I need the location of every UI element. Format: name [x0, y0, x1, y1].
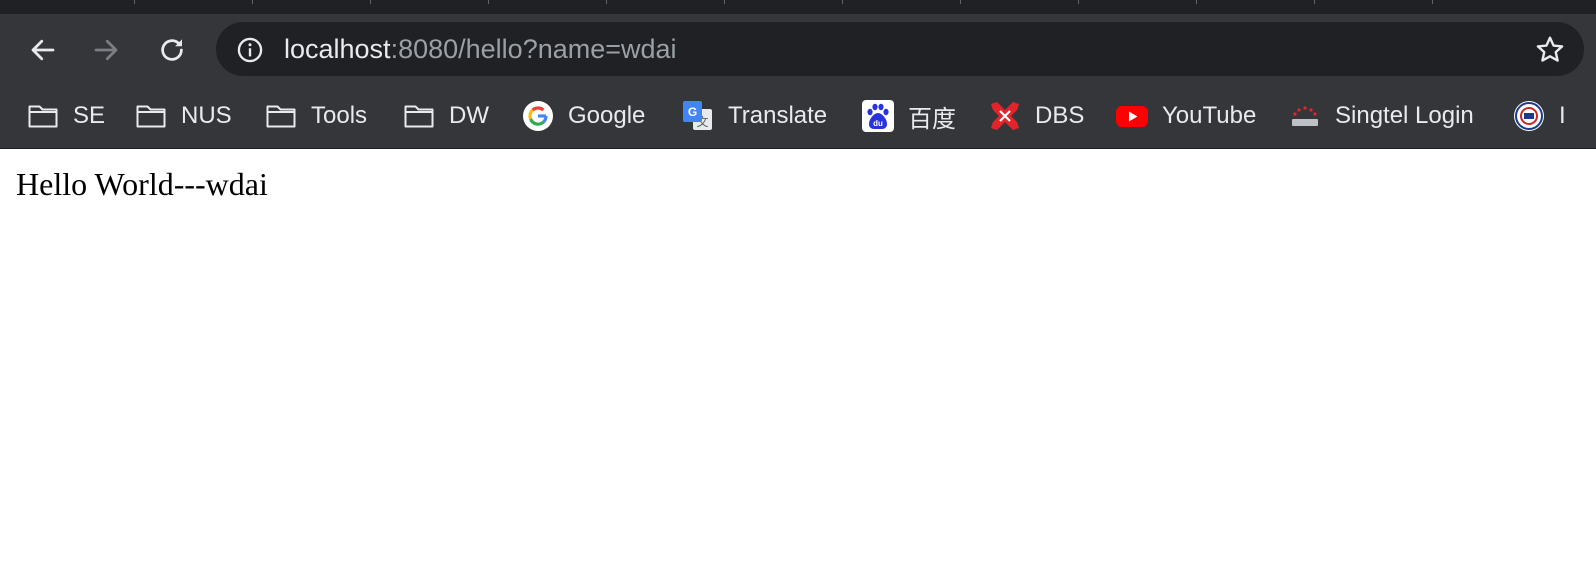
singtel-icon: [1292, 106, 1318, 126]
bookmark-label: SE: [73, 102, 106, 129]
tab-divider: [1432, 0, 1433, 4]
info-icon[interactable]: [236, 36, 264, 64]
browser-toolbar: localhost:8080/hello?name=wdai: [0, 14, 1596, 84]
tab-divider: [606, 0, 607, 4]
svg-text:G: G: [688, 105, 697, 119]
page-body-text: Hello World---wdai: [16, 166, 268, 202]
folder-icon: [28, 105, 58, 128]
bookmark-label: NUS: [181, 102, 232, 129]
tab-divider: [1078, 0, 1079, 4]
bookmark-label: I: [1559, 102, 1566, 129]
tab-divider: [1196, 0, 1197, 4]
folder-icon: [266, 105, 296, 128]
bookmark-baidu[interactable]: du 百度: [862, 100, 956, 133]
bookmark-dbs[interactable]: DBS: [989, 100, 1084, 132]
bookmark-folder-tools[interactable]: Tools: [265, 100, 367, 132]
emblem-icon: [1514, 101, 1544, 131]
bookmark-label: Tools: [311, 102, 368, 129]
google-icon: [523, 101, 553, 131]
address-bar[interactable]: localhost:8080/hello?name=wdai: [216, 22, 1584, 76]
reload-icon: [161, 39, 183, 61]
svg-text:du: du: [873, 119, 883, 128]
tab-divider: [724, 0, 725, 4]
tab-divider: [960, 0, 961, 4]
bookmark-translate[interactable]: 文 G Translate: [682, 100, 827, 132]
arrow-left-icon: [31, 39, 55, 61]
bookmark-singtel-login[interactable]: Singtel Login: [1289, 100, 1474, 132]
reload-button[interactable]: [152, 30, 192, 70]
forward-button[interactable]: [86, 30, 126, 70]
google-translate-icon: 文 G: [683, 101, 712, 130]
tab-divider: [488, 0, 489, 4]
bookmark-truncated[interactable]: I: [1513, 100, 1566, 132]
bookmark-folder-nus[interactable]: NUS: [135, 100, 232, 132]
star-icon[interactable]: [1534, 34, 1566, 66]
youtube-icon: [1116, 106, 1148, 127]
bookmarks-bar: SE NUS Tools DW Google 文 G Translate du …: [0, 84, 1596, 149]
baidu-icon: du: [862, 100, 894, 132]
url-host: localhost: [284, 34, 391, 64]
url-text[interactable]: localhost:8080/hello?name=wdai: [284, 34, 677, 64]
bookmark-google[interactable]: Google: [522, 100, 645, 132]
back-button[interactable]: [23, 30, 63, 70]
tab-divider: [1314, 0, 1315, 4]
bookmark-label: DW: [449, 102, 489, 129]
bookmark-folder-se[interactable]: SE: [27, 100, 105, 132]
dbs-icon: [991, 102, 1019, 130]
tab-strip: [0, 0, 1596, 14]
bookmark-label: 百度: [908, 105, 956, 133]
bookmark-label: Google: [568, 102, 646, 129]
bookmark-folder-dw[interactable]: DW: [403, 100, 489, 132]
tab-divider: [842, 0, 843, 4]
bookmark-label: DBS: [1035, 102, 1085, 129]
folder-icon: [136, 105, 166, 128]
bookmark-label: Translate: [728, 102, 828, 129]
bookmark-label: YouTube: [1162, 102, 1257, 129]
tab-divider: [370, 0, 371, 4]
bookmark-label: Singtel Login: [1335, 102, 1474, 129]
url-path: :8080/hello?name=wdai: [390, 34, 677, 64]
tab-divider: [252, 0, 253, 4]
arrow-right-icon: [94, 39, 118, 61]
bookmark-youtube[interactable]: YouTube: [1116, 100, 1256, 132]
tab-divider: [134, 0, 135, 4]
folder-icon: [404, 105, 434, 128]
